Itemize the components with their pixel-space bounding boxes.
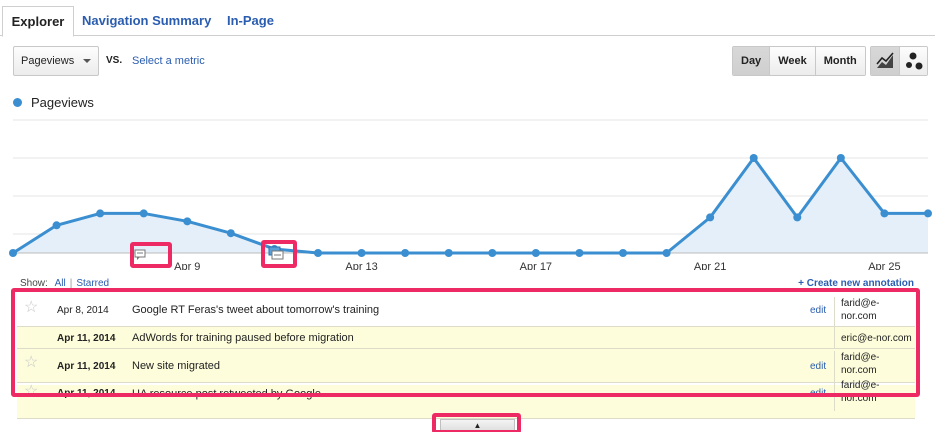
tab-navigation-summary[interactable]: Navigation Summary [82,6,211,37]
data-point [575,249,584,257]
annotation-date: Apr 11, 2014 [57,388,116,399]
granularity-toggle: Day Week Month [732,46,866,76]
annotation-date: Apr 11, 2014 [57,333,116,344]
annotation-bar: Show: All | Starred + Create new annotatio… [13,275,918,291]
annotation-row: Apr 11, 2014 AdWords for training paused… [17,327,915,349]
annotation-row: ☆ Apr 11, 2014 UA resource post retweete… [17,379,915,419]
data-point [531,249,540,257]
x-tick-label: Apr 25 [868,261,900,270]
motion-chart-button[interactable] [899,47,927,75]
series-color-dot [13,98,22,107]
week-button[interactable]: Week [769,47,815,75]
bubble-chart-icon [906,52,923,70]
annotation-row: ☆ Apr 8, 2014 Google RT Feras's tweet ab… [17,293,915,327]
x-tick-label: Apr 21 [694,261,726,270]
data-point [96,209,105,218]
annotation-user: farid@e-nor.com [834,297,915,327]
x-tick-label: Apr 17 [520,261,552,270]
chevron-up-icon: ▲ [473,421,482,430]
vs-label: VS. [106,55,123,66]
data-point [226,229,235,238]
pageviews-chart: Apr 9 Apr 13 Apr 17 Apr 21 Apr 25 [9,119,932,270]
tab-in-page[interactable]: In-Page [227,6,274,37]
data-point [619,249,627,257]
filter-starred-link[interactable]: Starred [76,278,109,289]
annotation-row: ☆ Apr 11, 2014 New site migrated edit fa… [17,349,915,383]
annotation-filter: Show: All | Starred [20,278,109,289]
month-button[interactable]: Month [814,47,865,75]
data-point [793,213,802,222]
data-point [183,217,192,226]
annotation-marker-apr11[interactable] [266,246,294,260]
annotation-text: Google RT Feras's tweet about tomorrow's… [132,304,380,316]
report-tabs: Explorer Navigation Summary In-Page [0,0,935,37]
data-point [444,249,453,257]
star-icon[interactable]: ☆ [24,300,40,316]
chart-type-toggle [870,46,928,76]
data-point [706,213,715,222]
star-icon[interactable]: ☆ [24,355,40,371]
tab-explorer[interactable]: Explorer [2,6,74,37]
data-point [924,209,932,218]
annotation-icon [134,249,146,260]
data-point [880,209,889,218]
edit-link[interactable]: edit [810,305,826,316]
star-icon[interactable]: ☆ [24,384,40,400]
line-chart-icon [876,52,894,68]
data-point [139,209,148,218]
annotation-marker-apr8[interactable] [132,248,160,262]
edit-link[interactable]: edit [810,388,826,399]
annotation-text: UA resource post retweeted by Google [132,388,321,400]
line-chart-button[interactable] [871,47,899,75]
data-point [488,249,497,257]
metric-dropdown-value: Pageviews [21,55,75,67]
metric-dropdown[interactable]: Pageviews [13,46,99,76]
day-button[interactable]: Day [733,47,770,75]
series-area [13,158,928,253]
filter-all-link[interactable]: All [55,278,66,289]
select-metric-link[interactable]: Select a metric [132,55,205,67]
data-point [749,154,758,162]
annotation-text: AdWords for training paused before migra… [132,332,354,344]
chevron-down-icon [83,59,91,63]
edit-link[interactable]: edit [810,361,826,372]
data-point [314,249,322,257]
x-tick-label: Apr 9 [174,261,200,270]
data-point [52,221,61,230]
x-tick-label: Apr 13 [345,261,377,270]
annotation-date: Apr 11, 2014 [57,361,116,372]
data-point [836,154,845,162]
data-point [662,249,671,257]
data-point [357,249,366,257]
create-annotation-link[interactable]: + Create new annotation [798,278,914,289]
data-point [401,249,410,257]
annotation-multi-icon [268,246,284,260]
annotation-user: farid@e-nor.com [834,379,915,411]
annotation-date: Apr 8, 2014 [57,305,109,316]
legend-series-name: Pageviews [31,95,94,110]
show-label: Show: [20,278,48,289]
annotation-text: New site migrated [132,360,221,372]
filter-separator: | [69,278,73,289]
collapse-annotations-handle[interactable]: ▲ [440,419,515,432]
data-point [9,249,17,257]
annotation-user: eric@e-nor.com [834,327,915,348]
chart-legend: Pageviews [13,95,94,110]
